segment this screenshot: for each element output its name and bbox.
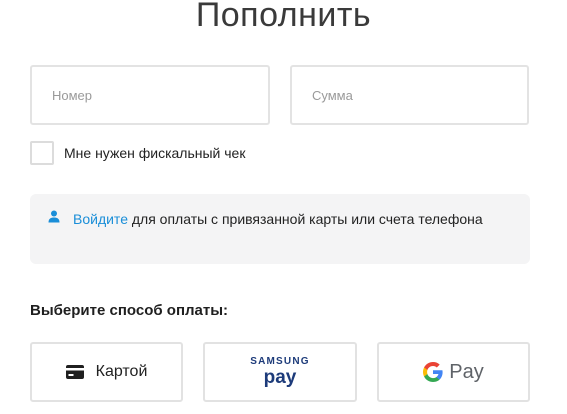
login-notice-text: Войдите для оплаты с привязанной карты и… [73, 208, 503, 230]
payment-method-heading: Выберите способ оплаты: [30, 302, 229, 319]
login-link[interactable]: Войдите [73, 211, 128, 227]
number-input[interactable] [32, 67, 268, 123]
samsung-pay-button[interactable]: SAMSUNG pay [203, 342, 357, 402]
fiscal-receipt-option[interactable]: Мне нужен фискальный чек [30, 141, 245, 165]
page-title: Пополнить [195, 0, 372, 34]
samsung-wordmark: SAMSUNG [250, 356, 310, 367]
samsung-pay-logo: SAMSUNG pay [250, 356, 310, 388]
pay-by-card-button[interactable]: Картой [30, 342, 183, 402]
top-up-page: Пополнить Мне нужен фискальный чек Войди… [0, 0, 567, 414]
login-notice-message: для оплаты с привязанной карты или счета… [127, 211, 483, 227]
amount-input[interactable] [292, 67, 527, 123]
google-pay-logo: Pay [423, 360, 484, 384]
fiscal-receipt-label[interactable]: Мне нужен фискальный чек [64, 145, 245, 161]
login-notice: Войдите для оплаты с привязанной карты и… [30, 194, 530, 264]
google-g-icon [423, 362, 443, 382]
pay-by-card-label: Картой [95, 363, 148, 380]
amount-field[interactable] [290, 65, 529, 125]
user-icon [48, 210, 60, 223]
google-pay-label: Pay [449, 360, 484, 383]
samsung-pay-wordmark: pay [263, 367, 297, 388]
fiscal-receipt-checkbox[interactable] [30, 141, 54, 165]
google-pay-button[interactable]: Pay [377, 342, 530, 402]
number-field[interactable] [30, 65, 270, 125]
credit-card-icon [65, 365, 84, 379]
